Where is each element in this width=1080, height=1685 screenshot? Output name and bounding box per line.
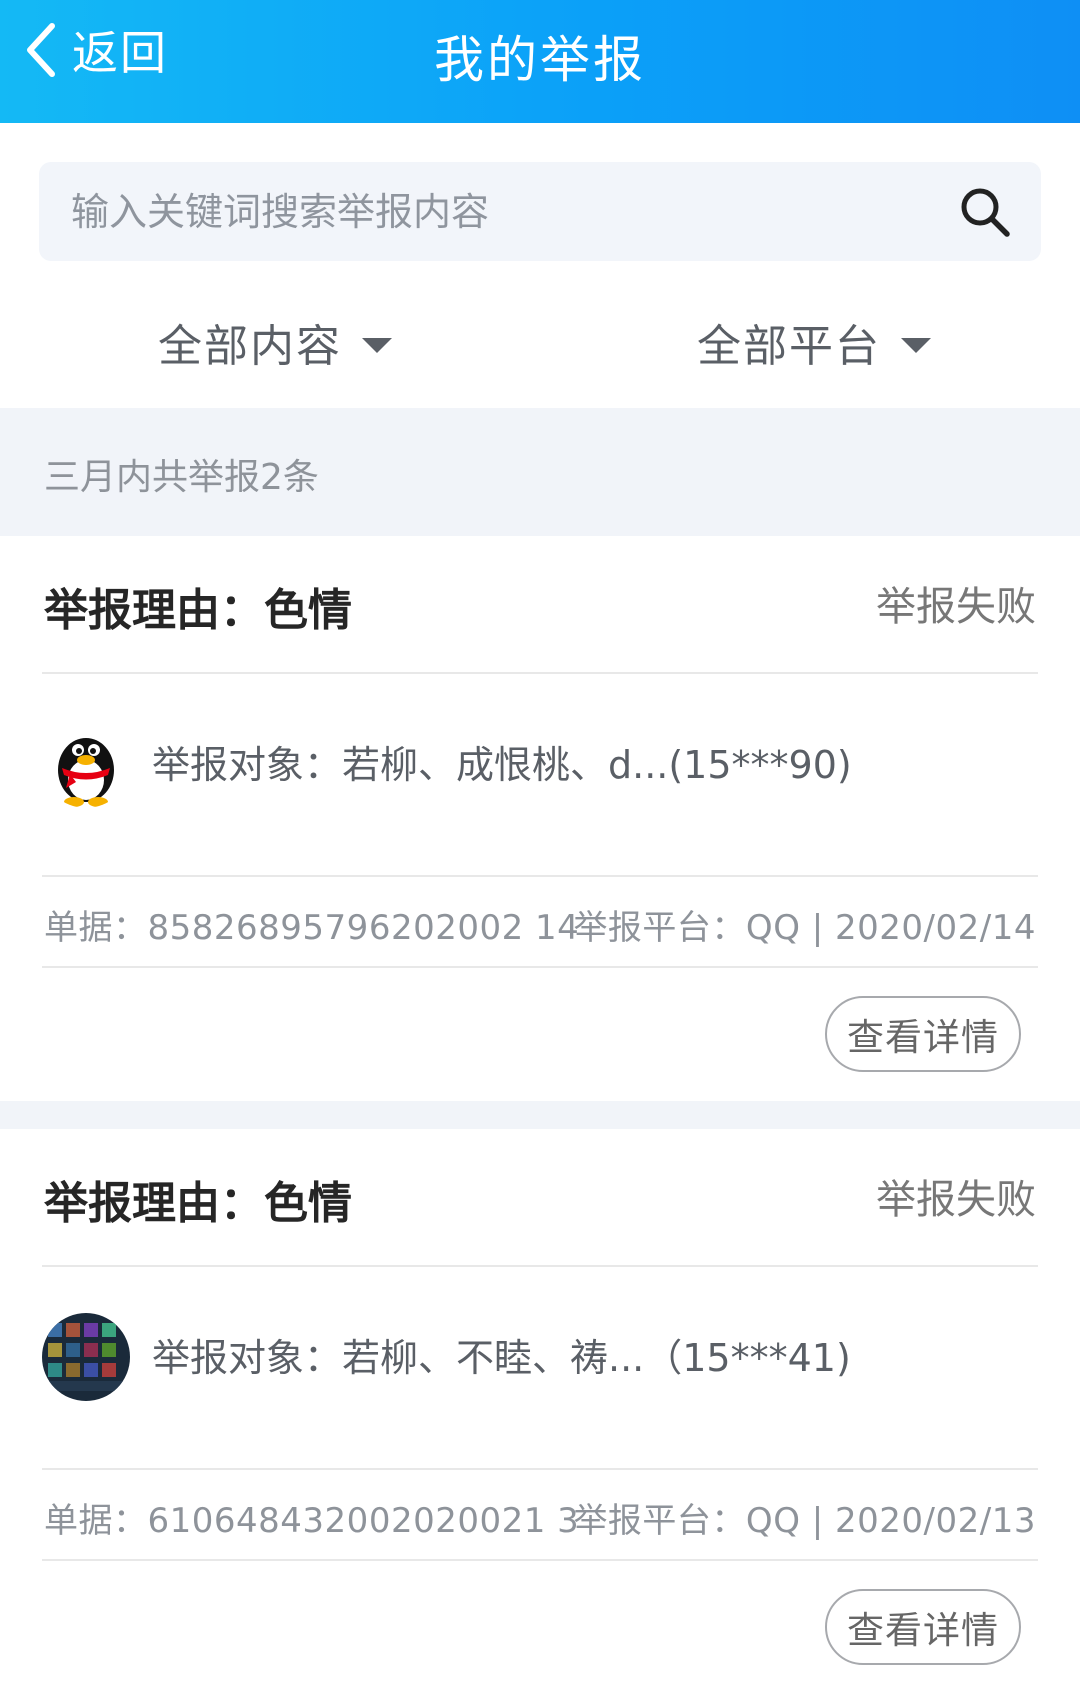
card-separator — [0, 1101, 1080, 1129]
report-count-summary: 三月内共举报2条 — [44, 457, 319, 498]
search-icon[interactable] — [957, 184, 1013, 240]
divider — [42, 1559, 1038, 1561]
report-target: 举报对象：若柳、成恨桃、d...(15***90) — [152, 743, 852, 787]
report-card: 举报理由：色情 举报失败 举报对象：若柳、不睦、祷...（15***41) 单据… — [0, 1129, 1080, 1685]
page-title: 我的举报 — [434, 31, 646, 89]
platform-filter-label: 全部平台 — [697, 321, 881, 372]
divider — [42, 875, 1038, 877]
divider — [42, 1468, 1038, 1470]
report-status: 举报失败 — [876, 584, 1036, 630]
content-filter-dropdown[interactable]: 全部内容 — [158, 310, 392, 374]
platform-date: 举报平台：QQ | 2020/02/14 — [573, 908, 1036, 948]
platform-date: 举报平台：QQ | 2020/02/13 — [573, 1501, 1036, 1541]
report-card: 举报理由：色情 举报失败 举报对象：若柳、成恨桃、d...(15***90) 单… — [0, 536, 1080, 1101]
search-input[interactable] — [39, 162, 957, 261]
view-details-button[interactable]: 查看详情 — [825, 996, 1021, 1072]
platform-filter-dropdown[interactable]: 全部平台 — [697, 310, 931, 374]
ticket-number: 单据：85826895796202002 14 — [44, 908, 580, 948]
view-details-button[interactable]: 查看详情 — [825, 1589, 1021, 1665]
report-reason: 举报理由：色情 — [44, 585, 352, 636]
qq-penguin-icon — [42, 720, 130, 808]
divider — [42, 672, 1038, 674]
search-box — [39, 162, 1041, 261]
report-status: 举报失败 — [876, 1177, 1036, 1223]
report-target: 举报对象：若柳、不睦、祷...（15***41) — [152, 1336, 851, 1380]
divider — [42, 1265, 1038, 1267]
content-filter-label: 全部内容 — [158, 321, 342, 372]
divider — [42, 966, 1038, 968]
report-reason: 举报理由：色情 — [44, 1178, 352, 1229]
top-bar: 返回 我的举报 — [0, 0, 1080, 123]
ticket-number: 单据：610648432002020021 3 — [44, 1501, 580, 1541]
caret-down-icon — [362, 337, 392, 353]
caret-down-icon — [901, 337, 931, 353]
summary-band: 三月内共举报2条 — [0, 408, 1080, 536]
game-screenshot-avatar — [42, 1313, 130, 1401]
